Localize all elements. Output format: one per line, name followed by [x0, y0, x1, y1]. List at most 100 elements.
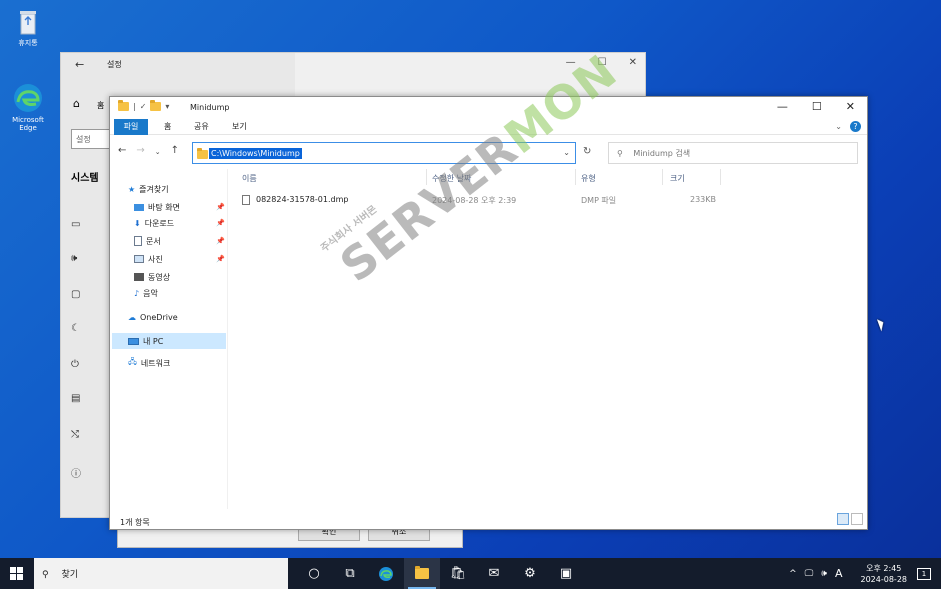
nav-item-desktop[interactable]: 바탕 화면: [134, 199, 180, 215]
nav-label: OneDrive: [140, 312, 178, 322]
display-icon[interactable]: ▭: [71, 219, 80, 230]
recent-locations-icon[interactable]: ⌄: [155, 145, 161, 159]
refresh-icon[interactable]: ↻: [583, 146, 591, 157]
desktop-icon: [134, 203, 144, 211]
power-icon[interactable]: ⏻: [71, 359, 79, 370]
close-icon[interactable]: ✕: [629, 57, 637, 68]
music-icon: ♪: [134, 288, 140, 298]
tab-home[interactable]: 홈: [164, 121, 171, 132]
back-icon[interactable]: ←: [118, 145, 126, 159]
nav-item-downloads[interactable]: ⬇ 다운로드: [134, 215, 174, 231]
navigation-pane: ★ 즐겨찾기 바탕 화면 📌 ⬇ 다운로드 📌 문서 📌 사진 📌 동영상 ♪: [110, 169, 228, 509]
column-name[interactable]: 이름: [242, 173, 257, 184]
pin-icon: 📌: [216, 203, 225, 211]
column-separator[interactable]: [575, 169, 576, 185]
nav-label: 문서: [146, 236, 161, 246]
column-size[interactable]: 크기: [670, 173, 685, 184]
share-icon[interactable]: ⤭: [71, 429, 79, 440]
network-tray-icon[interactable]: 🖵: [805, 569, 814, 579]
large-icons-view-icon[interactable]: [851, 513, 863, 525]
nav-onedrive[interactable]: ☁ OneDrive: [128, 309, 178, 325]
cortana-icon[interactable]: ○: [296, 558, 332, 589]
close-icon[interactable]: ✕: [846, 100, 855, 113]
app-icon[interactable]: ▣: [548, 558, 584, 589]
edge-label: Microsoft Edge: [12, 116, 44, 132]
explorer-titlebar[interactable]: | ✓ ▾ Minidump — ☐ ✕: [110, 97, 867, 119]
minimize-icon[interactable]: —: [777, 100, 788, 113]
search-icon: ⚲: [42, 570, 49, 580]
file-name: 082824-31578-01.dmp: [256, 195, 349, 204]
recycle-bin-label: 휴지통: [18, 39, 38, 47]
settings-title: 설정: [107, 60, 122, 69]
file-type: DMP 파일: [581, 196, 617, 205]
address-path[interactable]: C:\Windows\Minidump: [209, 148, 302, 159]
notification-center-icon[interactable]: 1: [917, 567, 931, 580]
maximize-icon[interactable]: ☐: [812, 100, 822, 113]
mail-icon[interactable]: ✉: [476, 558, 512, 589]
up-icon[interactable]: ↑: [171, 145, 179, 159]
storage-icon[interactable]: ▤: [71, 393, 80, 404]
edge-icon: [379, 566, 393, 581]
column-separator[interactable]: [662, 169, 663, 185]
focus-icon[interactable]: ☾: [71, 323, 80, 334]
nav-label: 내 PC: [143, 336, 164, 346]
address-dropdown-icon[interactable]: ⌄: [563, 148, 570, 157]
nav-label: 네트워크: [140, 358, 171, 368]
edge-taskbar-icon[interactable]: [368, 558, 404, 589]
taskbar-search-input[interactable]: ⚲ 찾기: [34, 558, 288, 589]
ime-indicator[interactable]: A: [835, 567, 843, 580]
pc-icon: [128, 337, 139, 345]
nav-item-pictures[interactable]: 사진: [134, 251, 163, 267]
nav-item-music[interactable]: ♪ 음악: [134, 285, 158, 301]
settings-section-title: 시스템: [71, 173, 99, 184]
details-view-icon[interactable]: [837, 513, 849, 525]
folder-icon: [118, 100, 129, 111]
about-icon[interactable]: ⓘ: [71, 465, 81, 480]
column-type[interactable]: 유형: [581, 173, 596, 184]
forward-icon[interactable]: →: [136, 145, 144, 159]
network-icon: 🖧: [128, 357, 137, 366]
settings-search-input[interactable]: 설정: [71, 129, 111, 149]
store-icon[interactable]: 🛍: [440, 558, 476, 589]
nav-quick-access[interactable]: ★ 즐겨찾기: [128, 181, 169, 197]
tab-file[interactable]: 파일: [114, 119, 148, 135]
nav-network[interactable]: 🖧 네트워크: [128, 355, 170, 371]
taskbar: ⚲ 찾기 ○ ⧉ 🛍 ✉ ⚙ ▣ ^ 🖵 🕪 A 오후 2:45 2024-08…: [0, 558, 941, 589]
sound-icon[interactable]: 🕪: [71, 253, 77, 264]
folder-icon: [415, 566, 429, 579]
help-icon[interactable]: ?: [850, 121, 861, 132]
customize-dropdown-icon[interactable]: ▾: [165, 102, 169, 111]
column-separator[interactable]: [720, 169, 721, 185]
explorer-search-input[interactable]: ⚲ Minidump 검색: [608, 142, 858, 164]
clock[interactable]: 오후 2:45 2024-08-28: [861, 563, 908, 585]
nav-label: 동영상: [148, 272, 171, 282]
nav-item-documents[interactable]: 문서: [134, 233, 161, 249]
file-explorer-taskbar-icon[interactable]: [404, 558, 440, 589]
volume-icon[interactable]: 🕪: [821, 569, 827, 579]
new-folder-icon[interactable]: [150, 100, 162, 111]
home-icon[interactable]: ⌂: [73, 97, 80, 110]
view-toggle: [837, 513, 863, 525]
tab-share[interactable]: 공유: [194, 121, 209, 132]
task-view-icon[interactable]: ⧉: [332, 558, 368, 589]
properties-icon[interactable]: ✓: [140, 102, 147, 111]
edge-desktop-icon[interactable]: Microsoft Edge: [4, 82, 52, 132]
nav-label: 음악: [143, 288, 158, 298]
nav-item-videos[interactable]: 동영상: [134, 269, 170, 285]
clock-time: 오후 2:45: [866, 563, 902, 573]
explorer-title: Minidump: [190, 103, 230, 112]
windows-start-icon[interactable]: [10, 567, 23, 580]
back-arrow-icon[interactable]: ←: [75, 58, 84, 71]
recycle-bin-icon: [20, 11, 36, 35]
expand-ribbon-icon[interactable]: ⌄: [835, 122, 842, 131]
recycle-bin-desktop-icon[interactable]: 휴지통: [4, 8, 52, 48]
settings-gear-icon[interactable]: ⚙: [512, 558, 548, 589]
nav-this-pc[interactable]: 내 PC: [112, 333, 226, 349]
tab-view[interactable]: 보기: [232, 121, 247, 132]
mouse-cursor-icon: [876, 317, 887, 332]
chevron-up-icon[interactable]: ^: [789, 569, 797, 579]
nav-label: 즐겨찾기: [139, 184, 169, 194]
notifications-icon[interactable]: ▢: [71, 289, 80, 300]
settings-home-label[interactable]: 홈: [97, 100, 104, 111]
clock-date: 2024-08-28: [860, 574, 908, 584]
